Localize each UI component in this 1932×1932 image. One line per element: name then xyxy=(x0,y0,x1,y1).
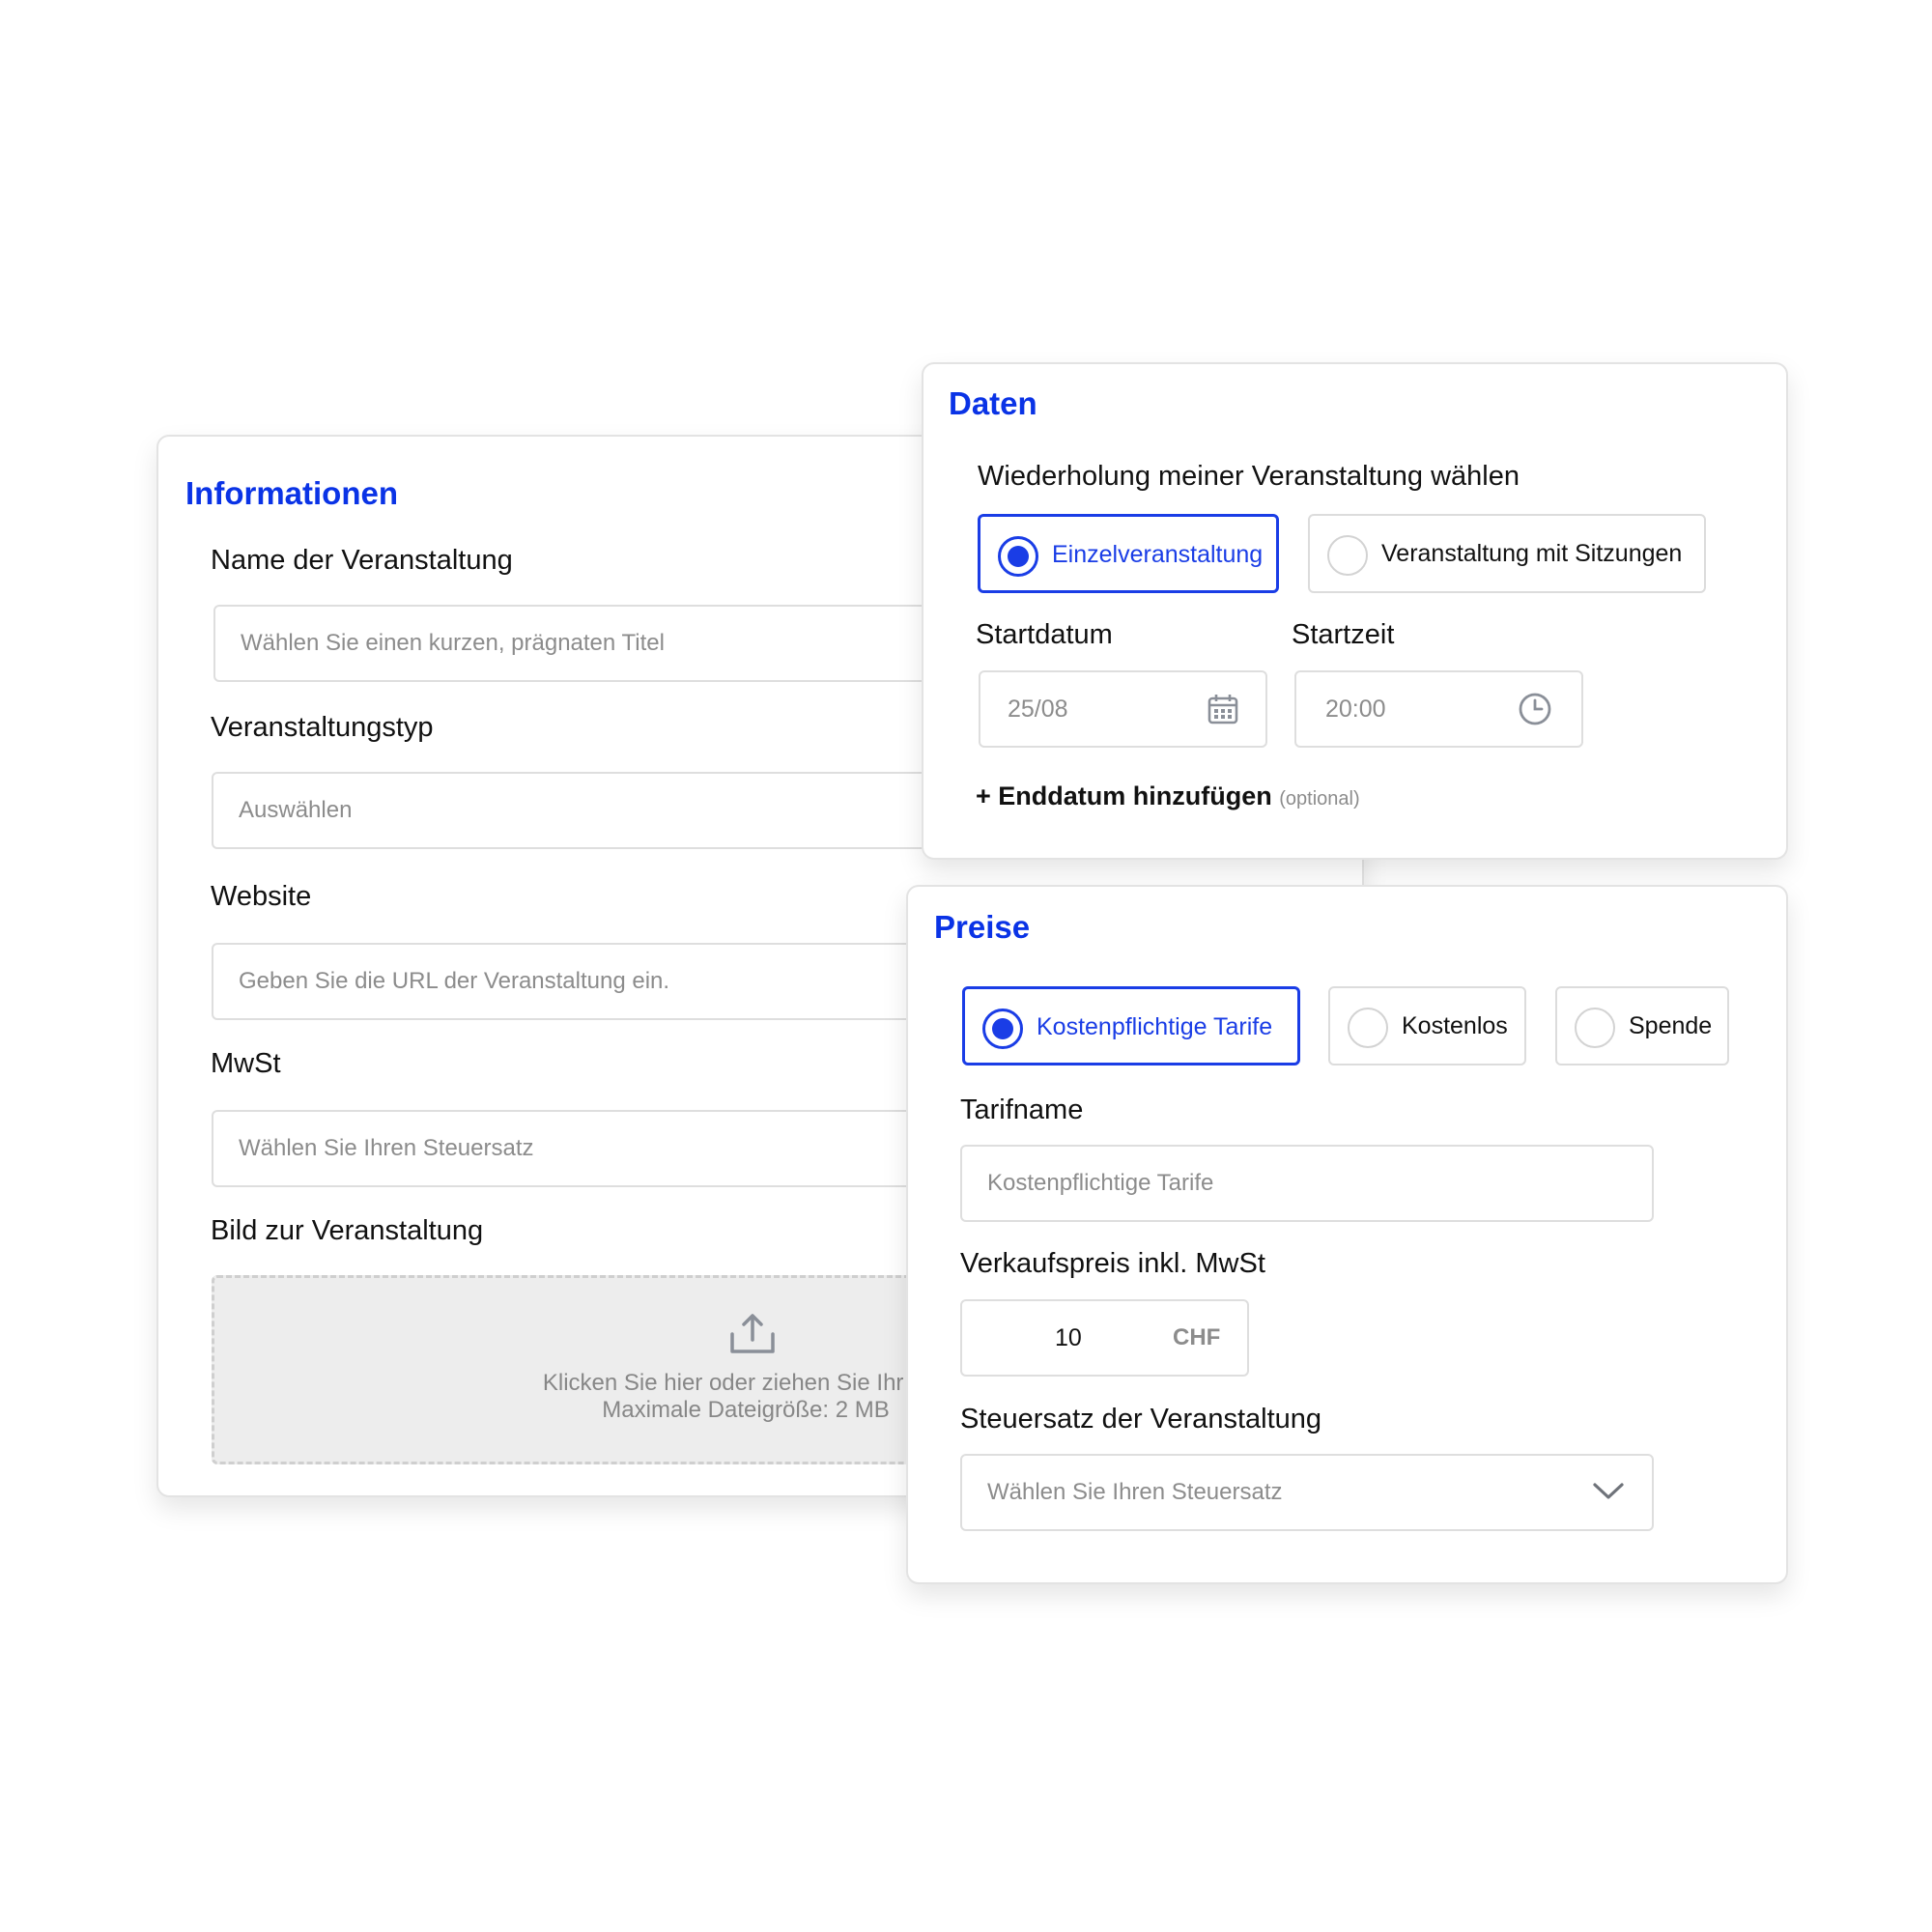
website-label: Website xyxy=(211,881,312,912)
optional-hint: (optional) xyxy=(1279,788,1360,810)
website-placeholder: Geben Sie die URL der Veranstaltung ein. xyxy=(239,968,670,994)
tariff-name-input[interactable]: Kostenpflichtige Tarife xyxy=(960,1145,1654,1222)
tax-rate-select[interactable]: Wählen Sie Ihren Steuersatz xyxy=(960,1454,1654,1531)
tariff-name-placeholder: Kostenpflichtige Tarife xyxy=(987,1170,1214,1196)
tax-rate-label: Steuersatz der Veranstaltung xyxy=(960,1404,1322,1435)
radio-selected xyxy=(982,1009,1023,1049)
option-einzelveranstaltung[interactable]: Einzelveranstaltung xyxy=(978,514,1279,593)
repeat-label: Wiederholung meiner Veranstaltung wählen xyxy=(978,461,1520,492)
start-time-value: 20:00 xyxy=(1325,696,1386,723)
preise-title: Preise xyxy=(934,909,1031,945)
add-end-date-link[interactable]: + Enddatum hinzufügen (optional) xyxy=(976,781,1360,811)
option-label: Spende xyxy=(1629,1012,1713,1039)
radio-unselected xyxy=(1348,1008,1388,1048)
option-label: Veranstaltung mit Sitzungen xyxy=(1381,540,1683,567)
price-value: 10 xyxy=(1055,1324,1082,1351)
daten-title: Daten xyxy=(949,385,1037,421)
clock-icon[interactable] xyxy=(1518,692,1552,726)
start-time-input[interactable]: 20:00 xyxy=(1294,670,1583,748)
start-date-input[interactable]: 25/08 xyxy=(979,670,1267,748)
chevron-down-icon[interactable] xyxy=(1592,1481,1625,1502)
add-end-date-text: + Enddatum hinzufügen xyxy=(976,781,1272,810)
option-label: Kostenpflichtige Tarife xyxy=(1037,1013,1273,1040)
start-date-label: Startdatum xyxy=(976,619,1113,650)
tariff-name-label: Tarifname xyxy=(960,1094,1084,1125)
currency-label: CHF xyxy=(1173,1324,1221,1350)
price-label: Verkaufspreis inkl. MwSt xyxy=(960,1248,1265,1279)
upload-icon xyxy=(730,1314,775,1353)
vat-label: MwSt xyxy=(211,1048,281,1079)
radio-unselected xyxy=(1575,1008,1615,1048)
preise-card: Preise Kostenpflichtige Tarife Kostenlos… xyxy=(906,885,1788,1584)
option-label: Kostenlos xyxy=(1402,1012,1508,1039)
start-date-value: 25/08 xyxy=(1008,696,1068,723)
event-image-label: Bild zur Veranstaltung xyxy=(211,1215,484,1246)
vat-placeholder: Wählen Sie Ihren Steuersatz xyxy=(239,1135,534,1161)
event-name-label: Name der Veranstaltung xyxy=(211,545,513,576)
tax-rate-placeholder: Wählen Sie Ihren Steuersatz xyxy=(987,1479,1283,1505)
informationen-title: Informationen xyxy=(185,475,398,511)
event-name-placeholder: Wählen Sie einen kurzen, prägnaten Titel xyxy=(241,630,665,656)
option-spende[interactable]: Spende xyxy=(1555,986,1729,1065)
option-label: Einzelveranstaltung xyxy=(1052,541,1264,568)
event-type-label: Veranstaltungstyp xyxy=(211,712,434,743)
event-type-placeholder: Auswählen xyxy=(239,797,353,823)
option-veranstaltung-mit-sitzungen[interactable]: Veranstaltung mit Sitzungen xyxy=(1308,514,1706,593)
start-time-label: Startzeit xyxy=(1292,619,1395,650)
radio-unselected xyxy=(1327,535,1368,576)
option-kostenlos[interactable]: Kostenlos xyxy=(1328,986,1526,1065)
price-input[interactable]: 10 CHF xyxy=(960,1299,1249,1377)
radio-selected xyxy=(998,536,1038,577)
option-kostenpflichtige-tarife[interactable]: Kostenpflichtige Tarife xyxy=(962,986,1300,1065)
daten-card: Daten Wiederholung meiner Veranstaltung … xyxy=(922,362,1788,860)
calendar-icon[interactable] xyxy=(1207,693,1239,725)
